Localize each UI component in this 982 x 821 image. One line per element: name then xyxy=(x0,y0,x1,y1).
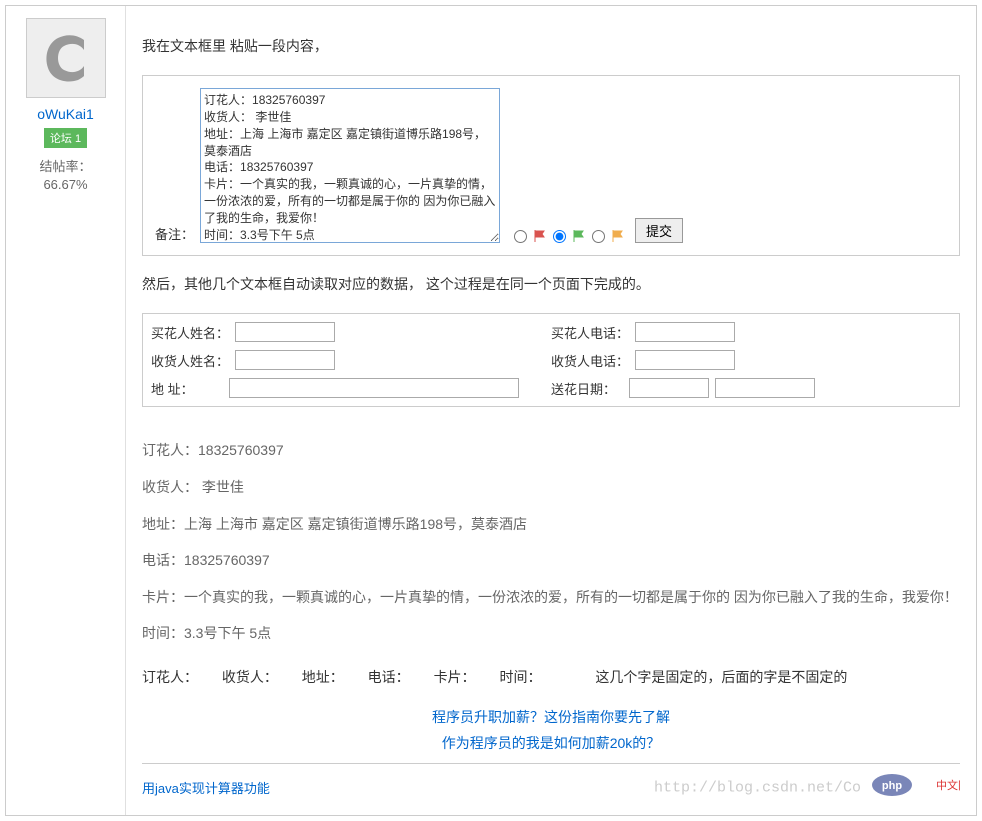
watermark: http://blog.csdn.net/Co php中文网 xyxy=(654,772,960,803)
fixed-keys-line: 订花人： 收货人： 地址： 电话： 卡片： 时间： 这几个字是固定的，后面的字是… xyxy=(142,667,960,687)
submit-button[interactable]: 提交 xyxy=(635,218,683,243)
flag-radio-none[interactable] xyxy=(514,230,527,243)
recv-name-label: 收货人姓名： xyxy=(151,351,229,370)
fk-1: 订花人： xyxy=(142,669,198,685)
fk-3: 地址： xyxy=(302,669,344,685)
detail-line-5: 卡片：一个真实的我，一颗真诚的心，一片真挚的情，一份浓浓的爱，所有的一切都是属于… xyxy=(142,584,960,611)
detail-line-6: 时间：3.3号下午 5点 xyxy=(142,620,960,647)
note-label: 备注： xyxy=(155,224,194,243)
watermark-text: http://blog.csdn.net/Co xyxy=(654,779,861,796)
rate-value: 66.67% xyxy=(11,176,120,194)
fk-5: 卡片： xyxy=(434,669,476,685)
recv-name-input[interactable] xyxy=(235,350,335,370)
fk-2: 收货人： xyxy=(222,669,278,685)
detail-block: 订花人：18325760397 收货人： 李世佳 地址：上海 上海市 嘉定区 嘉… xyxy=(142,437,960,647)
date-input-2[interactable] xyxy=(715,378,815,398)
buyer-phone-label: 买花人电话： xyxy=(551,323,629,342)
fk-6: 时间： xyxy=(499,669,541,685)
intro-text: 我在文本框里 粘贴一段内容， xyxy=(142,34,960,59)
username-link[interactable]: oWuKai1 xyxy=(11,106,120,122)
promo-link-2[interactable]: 作为程序员的我是如何加薪20k的？ xyxy=(142,733,960,753)
bottom-bar: 用java实现计算器功能 http://blog.csdn.net/Co php… xyxy=(142,763,960,803)
detail-line-3: 地址：上海 上海市 嘉定区 嘉定镇街道博乐路198号，莫泰酒店 xyxy=(142,511,960,538)
post-container: oWuKai1 论坛 1 结帖率： 66.67% 我在文本框里 粘贴一段内容， … xyxy=(5,5,977,816)
after-text: 然后，其他几个文本框自动读取对应的数据， 这个过程是在同一个页面下完成的。 xyxy=(142,272,960,297)
address-input[interactable] xyxy=(229,378,519,398)
address-label: 地 址： xyxy=(151,379,223,398)
detail-line-1: 订花人：18325760397 xyxy=(142,437,960,464)
date-input-1[interactable] xyxy=(629,378,709,398)
forum-badge: 论坛 1 xyxy=(44,128,87,148)
php-cn-badge: php中文网 xyxy=(870,772,960,803)
flag-yellow-icon xyxy=(611,229,625,243)
fk-4: 电话： xyxy=(368,669,410,685)
promo-link-1[interactable]: 程序员升职加薪？这份指南你要先了解 xyxy=(142,707,960,727)
flag-radio-green[interactable] xyxy=(592,230,605,243)
recv-phone-label: 收货人电话： xyxy=(551,351,629,370)
buyer-phone-input[interactable] xyxy=(635,322,735,342)
flag-green-icon xyxy=(572,229,586,243)
date-label: 送花日期： xyxy=(551,379,623,398)
flag-radio-group xyxy=(512,229,625,243)
user-sidebar: oWuKai1 论坛 1 结帖率： 66.67% xyxy=(6,6,126,815)
flag-red-icon xyxy=(533,229,547,243)
rate-label: 结帖率： xyxy=(11,158,120,176)
detail-line-4: 电话：18325760397 xyxy=(142,547,960,574)
fk-note: 这几个字是固定的，后面的字是不固定的 xyxy=(595,669,847,685)
avatar[interactable] xyxy=(26,18,106,98)
remark-textarea[interactable]: 订花人：18325760397 收货人： 李世佳 地址：上海 上海市 嘉定区 嘉… xyxy=(200,88,500,243)
svg-text:中文网: 中文网 xyxy=(936,778,960,792)
recv-phone-input[interactable] xyxy=(635,350,735,370)
buyer-name-input[interactable] xyxy=(235,322,335,342)
detail-line-2: 收货人： 李世佳 xyxy=(142,474,960,501)
post-content: 我在文本框里 粘贴一段内容， 备注： 订花人：18325760397 收货人： … xyxy=(126,6,976,815)
related-link[interactable]: 用java实现计算器功能 xyxy=(142,778,270,797)
buyer-name-label: 买花人姓名： xyxy=(151,323,229,342)
screenshot-1: 备注： 订花人：18325760397 收货人： 李世佳 地址：上海 上海市 嘉… xyxy=(142,75,960,256)
flag-radio-red[interactable] xyxy=(553,230,566,243)
promo-links: 程序员升职加薪？这份指南你要先了解 作为程序员的我是如何加薪20k的？ xyxy=(142,707,960,753)
screenshot-2: 买花人姓名： 买花人电话： 收货人姓名： 收货人电话： xyxy=(142,313,960,407)
